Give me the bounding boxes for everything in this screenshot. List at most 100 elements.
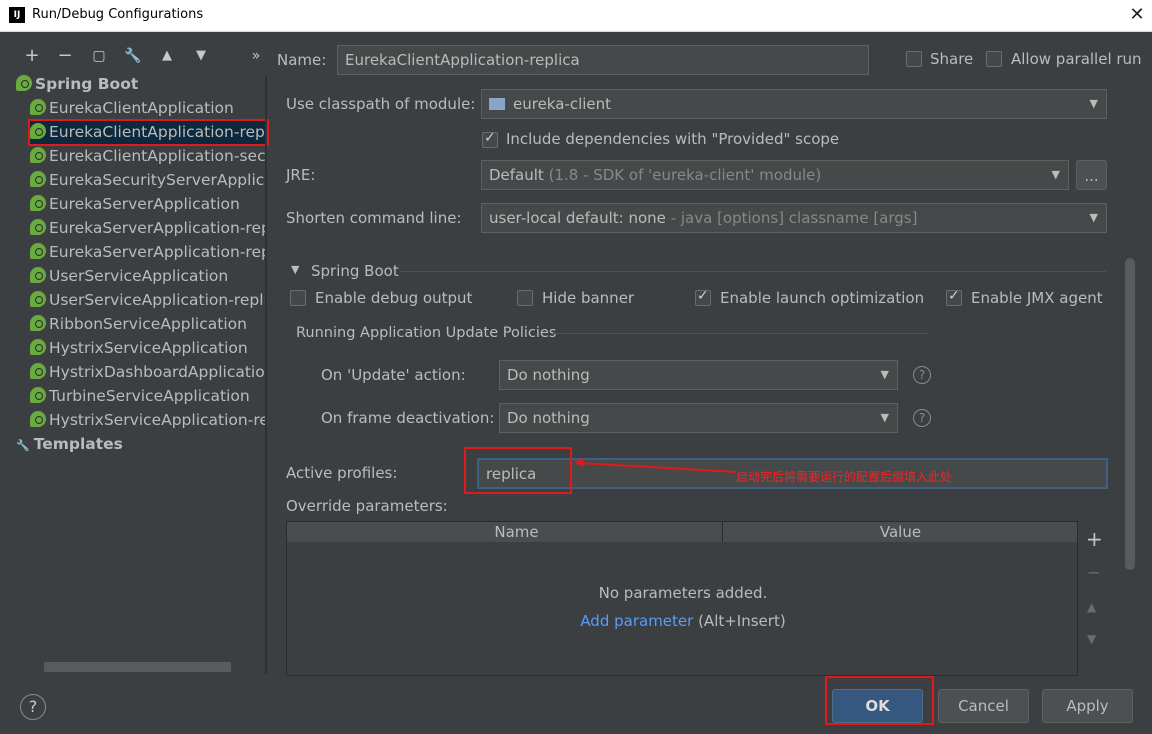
column-header-value[interactable]: Value — [724, 522, 1077, 542]
apply-button[interactable]: Apply — [1042, 689, 1133, 723]
update-action-label: On 'Update' action: — [321, 366, 466, 384]
spring-boot-icon — [30, 99, 46, 115]
tree-item[interactable]: EurekaClientApplication — [30, 96, 266, 120]
help-icon[interactable]: ? — [20, 694, 46, 720]
jmx-agent-checkbox[interactable] — [946, 288, 962, 306]
shorten-cmd-select[interactable]: user-local default: none - java [options… — [481, 203, 1107, 233]
annotation-text: 启动完后将需要运行的配置后缀填入此处 — [736, 470, 953, 484]
move-param-down-icon[interactable]: ▼ — [1087, 632, 1096, 646]
add-icon[interactable]: + — [20, 44, 44, 68]
remove-icon[interactable]: − — [53, 44, 77, 68]
annotation-arrow — [574, 458, 737, 473]
tree-item[interactable]: HystrixServiceApplication-replica — [30, 408, 266, 432]
horizontal-scrollbar[interactable] — [44, 662, 231, 672]
active-profiles-label: Active profiles: — [286, 464, 398, 482]
intellij-app-icon: IJ — [9, 7, 25, 23]
remove-param-icon[interactable]: − — [1087, 563, 1100, 582]
spring-boot-icon — [30, 195, 46, 211]
collapse-arrow-icon[interactable]: ▼ — [291, 263, 299, 276]
hide-banner-checkbox[interactable] — [517, 290, 533, 306]
cancel-button[interactable]: Cancel — [938, 689, 1029, 723]
move-down-icon[interactable]: ▼ — [189, 44, 213, 68]
tree-item[interactable]: RibbonServiceApplication — [30, 312, 266, 336]
share-label: Share — [930, 50, 974, 68]
column-header-name[interactable]: Name — [311, 522, 723, 542]
add-parameter-row: Add parameter (Alt+Insert) — [580, 612, 786, 630]
spring-boot-icon — [30, 291, 46, 307]
spring-boot-icon — [30, 387, 46, 403]
tree-group-templates[interactable]: 🔧 Templates — [16, 432, 270, 456]
jre-browse-button[interactable]: ... — [1076, 160, 1107, 190]
tree-item[interactable]: EurekaSecurityServerApplication — [30, 168, 266, 192]
debug-output-label: Enable debug output — [315, 289, 473, 307]
name-input[interactable]: EurekaClientApplication-replica — [337, 45, 869, 75]
allow-parallel-checkbox[interactable] — [986, 51, 1002, 67]
move-param-up-icon[interactable]: ▲ — [1087, 600, 1096, 614]
help-icon[interactable]: ? — [913, 366, 931, 384]
params-table-header: Name Value — [287, 522, 1077, 542]
override-params-label: Override parameters: — [286, 497, 448, 515]
allow-parallel-label: Allow parallel run — [1011, 50, 1142, 68]
add-parameter-link[interactable]: Add parameter — [580, 612, 693, 630]
launch-optimization-label: Enable launch optimization — [720, 289, 925, 307]
include-deps-label: Include dependencies with "Provided" sco… — [506, 130, 840, 148]
selection-highlight-box — [28, 119, 269, 146]
tree-item[interactable]: EurekaServerApplication-replica2 — [30, 240, 266, 264]
update-action-select[interactable]: Do nothing ▼ — [499, 360, 898, 390]
spring-boot-icon — [30, 339, 46, 355]
frame-deactivation-select[interactable]: Do nothing ▼ — [499, 403, 898, 433]
spring-boot-icon — [30, 219, 46, 235]
launch-optimization-checkbox[interactable] — [695, 288, 711, 306]
section-divider — [400, 271, 1106, 272]
name-label: Name: — [277, 51, 327, 69]
jmx-agent-label: Enable JMX agent — [971, 289, 1103, 307]
frame-deactivation-label: On frame deactivation: — [321, 409, 495, 427]
classpath-label: Use classpath of module: — [286, 95, 476, 113]
tree-item[interactable]: EurekaServerApplication-replica — [30, 216, 266, 240]
spring-boot-icon — [30, 147, 46, 163]
tree-item[interactable]: HystrixServiceApplication — [30, 336, 266, 360]
debug-output-checkbox[interactable] — [290, 290, 306, 306]
hide-banner-label: Hide banner — [542, 289, 635, 307]
tree-item[interactable]: UserServiceApplication — [30, 264, 266, 288]
spring-boot-icon — [30, 171, 46, 187]
ok-highlight-box — [825, 676, 934, 725]
module-folder-icon — [489, 98, 505, 110]
tree-item[interactable]: HystrixDashboardApplication — [30, 360, 266, 384]
copy-icon[interactable]: ▢ — [87, 44, 111, 68]
wrench-icon: 🔧 — [16, 439, 30, 452]
jre-select[interactable]: Default (1.8 - SDK of 'eureka-client' mo… — [481, 160, 1069, 190]
vertical-scrollbar[interactable] — [1125, 258, 1135, 570]
tree-item[interactable]: EurekaServerApplication — [30, 192, 266, 216]
tree-item[interactable]: EurekaClientApplication-security — [30, 144, 266, 168]
help-icon[interactable]: ? — [913, 409, 931, 427]
policies-divider — [553, 333, 928, 334]
panel-splitter[interactable] — [265, 76, 267, 674]
policies-title: Running Application Update Policies — [296, 325, 557, 341]
spring-boot-icon — [30, 267, 46, 283]
chevron-down-icon: ▼ — [1089, 97, 1098, 110]
chevron-down-icon: ▼ — [1051, 168, 1060, 181]
wrench-icon[interactable]: 🔧 — [121, 44, 145, 68]
spring-boot-section-title: Spring Boot — [311, 262, 399, 280]
tree-group-spring-boot[interactable]: Spring Boot — [16, 72, 270, 96]
share-checkbox[interactable] — [906, 51, 922, 67]
spring-boot-icon — [30, 411, 46, 427]
more-icon[interactable]: » — [244, 44, 268, 68]
params-table: Name Value No parameters added. Add para… — [286, 521, 1078, 676]
chevron-down-icon: ▼ — [1089, 211, 1098, 224]
chevron-down-icon: ▼ — [880, 368, 889, 381]
profiles-highlight-box — [464, 447, 572, 494]
tree-item[interactable]: TurbineServiceApplication — [30, 384, 266, 408]
empty-table-text: No parameters added. — [598, 584, 768, 602]
classpath-select[interactable]: eureka-client ▼ — [481, 89, 1107, 119]
tree-item[interactable]: UserServiceApplication-replica — [30, 288, 266, 312]
spring-boot-icon — [16, 75, 32, 91]
chevron-down-icon: ▼ — [880, 411, 889, 424]
jre-label: JRE: — [286, 166, 316, 184]
close-icon[interactable]: ✕ — [1126, 4, 1148, 26]
shorten-cmd-label: Shorten command line: — [286, 209, 462, 227]
include-deps-checkbox[interactable] — [482, 130, 498, 148]
add-param-icon[interactable]: + — [1086, 527, 1103, 551]
move-up-icon[interactable]: ▲ — [155, 44, 179, 68]
